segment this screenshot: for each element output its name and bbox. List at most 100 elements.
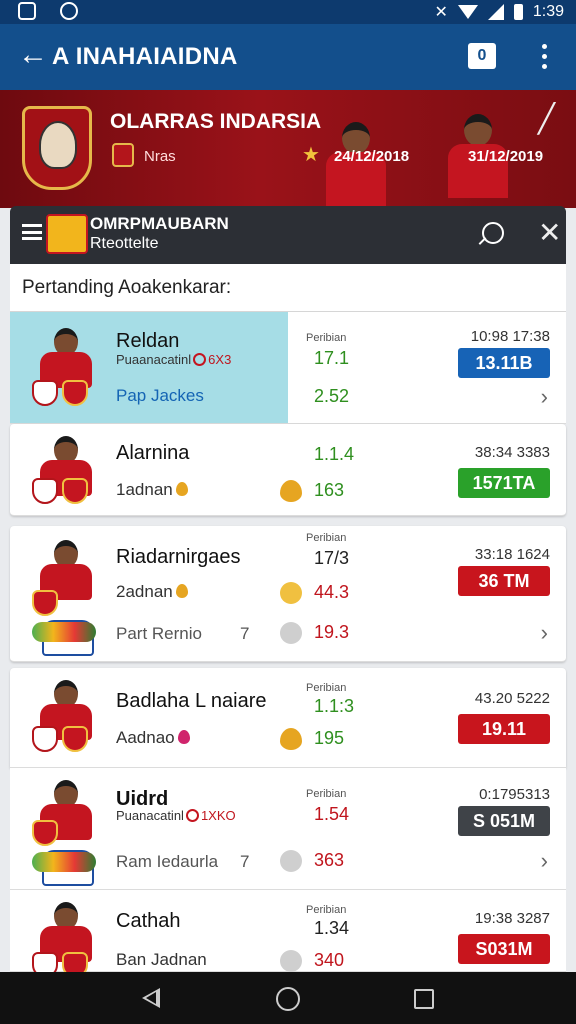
player-name: Badlaha L naiare [116,690,267,712]
odds-secondary: 2.52 [314,386,350,406]
app-bar: ← A INAHAIAIDNA 0 [0,24,576,90]
player-sub-link[interactable]: Pap Jackes [116,386,204,406]
match-row[interactable]: Cathah Ban Jadnan Peribian 1.34 340 19:3… [10,890,566,978]
club-crest-icon [32,726,58,752]
chevron-right-icon[interactable]: › [541,384,548,410]
player-extra: Part Rernio [116,624,202,643]
coin-icon [280,582,302,604]
odds-label: Peribian [306,332,347,344]
odds-primary: 17.1 [314,348,350,368]
stake-badge[interactable]: 19.11 [458,714,550,744]
match-time: 43.20 5222 [474,690,550,707]
nav-home-icon[interactable] [276,987,300,1011]
odds-secondary: 195 [314,728,345,748]
drop-icon [175,482,188,496]
round-number: 7 [240,624,250,643]
round-number: 7 [240,852,250,871]
nav-back-icon[interactable] [142,988,160,1008]
target-icon [193,353,207,366]
odds-tertiary: 19.3 [314,622,350,642]
stake-badge[interactable]: S031M [458,934,550,964]
odds-label: Peribian [306,682,347,694]
odds-secondary: 44.3 [314,582,350,602]
federation-badge-icon [112,143,134,167]
banner-subtitle: Nras [144,148,176,165]
nav-recents-icon[interactable] [414,989,434,1009]
player-sub: 2adnan [116,582,173,601]
player-name: Reldan [116,330,180,352]
match-time: 33:18 1624 [474,546,550,563]
player-detail: Puanacatinl [116,808,184,823]
chevron-right-icon[interactable]: › [541,848,548,874]
player-avatar [30,534,106,656]
match-row[interactable]: Reldan Puaanacatinl 6X3 Pap Jackes Peribi… [10,312,566,424]
status-dot-icon [280,950,302,972]
drop-icon [175,584,188,598]
drop-icon [280,480,302,502]
player-extra: Ram Iedaurla [116,852,219,871]
menu-icon[interactable] [22,224,42,240]
player-sub: Ban Jadnan [116,950,207,969]
match-row[interactable]: Badlaha L naiare Aadnao Peribian 1.1:3 1… [10,668,566,768]
player-avatar [30,430,106,516]
section-title: Pertanding Aoakenkarar: [22,277,232,298]
stake-badge[interactable]: 36 TM [458,566,550,596]
tabs-button[interactable]: 0 [468,43,496,69]
player-sub: Aadnao [116,728,175,747]
banner-date-end: 31/12/2019 [468,148,544,165]
more-options-icon[interactable] [536,42,552,72]
stake-badge[interactable]: 13.11B [458,348,550,378]
odds-label: Peribian [306,532,347,544]
match-row[interactable]: Alarnina 1adnan 1.1.4 163 38:34 3383 157… [10,424,566,516]
odds-secondary: 340 [314,950,345,970]
club-crest-icon [32,820,58,846]
match-time: 19:38 3287 [474,910,550,927]
league-logo [46,214,88,254]
wifi-icon [457,5,478,19]
odds-primary: 17/3 [314,548,350,568]
odds-primary: 1.54 [314,804,350,824]
player-avatar [30,896,106,982]
target-icon [185,809,199,822]
section-header: Pertanding Aoakenkarar: [10,264,566,312]
app-title: A INAHAIAIDNA [52,43,238,70]
banner-date-start: 24/12/2018 [334,148,410,165]
odds-primary: 1.1.4 [314,444,355,464]
match-time: 10:98 17:38 [470,328,550,345]
close-icon[interactable]: ✕ [538,216,561,249]
notification-icon [18,2,36,20]
club-crest-icon [32,590,58,616]
mute-icon: ✕ [434,4,448,21]
sync-icon [60,2,78,20]
match-row[interactable]: Uidrd Puanacatinl 1XKO Ram Iedaurla 7 Per… [10,768,566,890]
player-avatar [30,674,106,760]
odds-secondary: 363 [314,850,345,870]
status-dot-icon [280,622,302,644]
player-avatar [30,774,106,886]
chevron-right-icon[interactable]: › [541,620,548,646]
odds-label: Peribian [306,788,347,800]
close-banner-icon[interactable]: ╱ [538,102,555,135]
signal-icon [487,4,504,20]
match-row[interactable]: Riadarnirgaes 2adnan Part Rernio 7 Perib… [10,526,566,662]
team-banner: OLARRAS INDARSIA Nras ★ 24/12/2018 31/12… [0,90,576,208]
player-detail: Puaanacatinl [116,352,192,367]
player-detail-code: 6X3 [208,352,232,367]
club-crest-icon [32,380,58,406]
player-sub: 1adnan [116,480,173,499]
odds-primary: 1.1:3 [314,696,355,716]
clock: 1:39 [532,3,564,20]
match-time: 38:34 3383 [474,444,550,461]
stake-badge[interactable]: 1571TA [458,468,550,498]
search-icon[interactable] [482,222,504,244]
club-crest-icon [62,478,88,504]
status-bar: ✕ 1:39 [0,0,576,24]
system-nav-bar [0,972,576,1024]
player-avatar [30,322,106,408]
odds-label: Peribian [306,904,347,916]
player-detail-code: 1XKO [200,808,236,823]
back-arrow-icon[interactable]: ← [18,40,48,70]
stake-badge[interactable]: S 051M [458,806,550,836]
club-crest-icon [62,380,88,406]
player-name: Cathah [116,910,181,932]
